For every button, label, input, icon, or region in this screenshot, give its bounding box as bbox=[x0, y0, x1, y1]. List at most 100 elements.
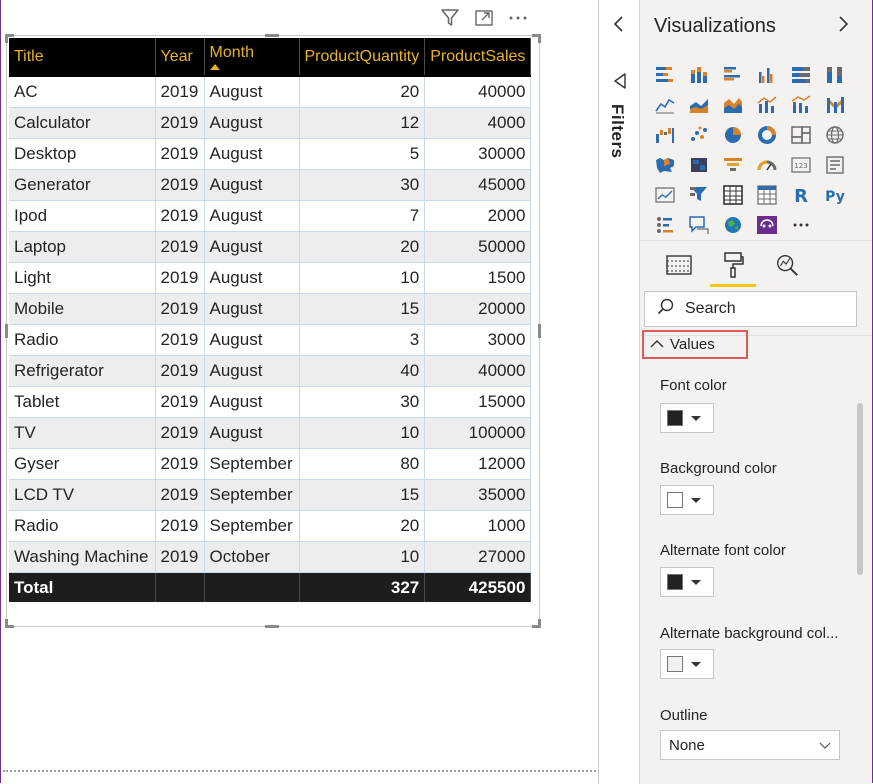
slicer-icon[interactable] bbox=[682, 180, 716, 210]
table-cell: 2019 bbox=[155, 417, 205, 449]
waterfall-chart-icon[interactable] bbox=[648, 120, 682, 150]
values-section-header[interactable]: Values bbox=[642, 330, 748, 359]
filters-label[interactable]: Filters bbox=[607, 104, 627, 159]
table-cell: 2019 bbox=[155, 169, 205, 201]
font-color-picker[interactable] bbox=[660, 403, 714, 433]
table-row[interactable]: Mobile 2019 August 15 20000 bbox=[9, 293, 532, 325]
table-row[interactable]: Laptop 2019 August 20 50000 bbox=[9, 231, 532, 263]
table-cell: 2019 bbox=[155, 293, 205, 325]
ribbon-chart-icon[interactable] bbox=[818, 90, 852, 120]
filters-pane[interactable]: Filters bbox=[598, 0, 640, 784]
table-row[interactable]: Refrigerator 2019 August 40 40000 bbox=[9, 355, 532, 387]
table-row[interactable]: Generator 2019 August 30 45000 bbox=[9, 169, 532, 201]
chevron-up-icon bbox=[650, 336, 664, 353]
key-influencers-icon[interactable] bbox=[648, 210, 682, 240]
clustered-bar-chart-icon[interactable] bbox=[716, 60, 750, 90]
table-cell: AC bbox=[9, 76, 156, 108]
table-icon[interactable] bbox=[716, 180, 750, 210]
format-tab[interactable] bbox=[710, 248, 756, 287]
analytics-tab[interactable] bbox=[770, 248, 804, 282]
table-cell: September bbox=[204, 479, 300, 511]
donut-chart-icon[interactable] bbox=[750, 120, 784, 150]
clustered-column-chart-icon[interactable] bbox=[750, 60, 784, 90]
table-row[interactable]: Calculator 2019 August 12 4000 bbox=[9, 107, 532, 139]
line-stacked-column-icon[interactable] bbox=[784, 90, 818, 120]
alternate-font-color-picker[interactable] bbox=[660, 567, 714, 597]
scrollbar[interactable] bbox=[857, 403, 863, 575]
table-row[interactable]: Tablet 2019 August 30 15000 bbox=[9, 386, 532, 418]
table-row[interactable]: LCD TV 2019 September 15 35000 bbox=[9, 479, 532, 511]
column-header[interactable]: Title bbox=[9, 38, 156, 77]
stacked-bar-chart-icon[interactable] bbox=[648, 60, 682, 90]
resize-handle[interactable] bbox=[5, 619, 8, 628]
funnel-icon[interactable] bbox=[716, 150, 750, 180]
shape-map-icon[interactable] bbox=[682, 150, 716, 180]
filter-icon[interactable] bbox=[439, 7, 461, 29]
table-cell: 10 bbox=[299, 541, 426, 573]
treemap-icon[interactable] bbox=[784, 120, 818, 150]
resize-handle[interactable] bbox=[265, 625, 279, 628]
area-chart-icon[interactable] bbox=[682, 90, 716, 120]
table-cell: Washing Machine bbox=[9, 541, 156, 573]
line-chart-icon[interactable] bbox=[648, 90, 682, 120]
table-row[interactable]: Light 2019 August 10 1500 bbox=[9, 262, 532, 294]
background-color-picker[interactable] bbox=[660, 485, 714, 515]
r-visual-icon[interactable]: R bbox=[784, 180, 818, 210]
kpi-icon[interactable] bbox=[648, 180, 682, 210]
custom-visual-icon[interactable] bbox=[750, 210, 784, 240]
scatter-chart-icon[interactable] bbox=[682, 120, 716, 150]
table-row[interactable]: TV 2019 August 10 100000 bbox=[9, 417, 532, 449]
chevron-right-icon[interactable] bbox=[836, 14, 850, 40]
resize-handle[interactable] bbox=[265, 34, 279, 37]
table-row[interactable]: Radio 2019 September 20 1000 bbox=[9, 510, 532, 542]
column-header[interactable]: Month bbox=[204, 38, 300, 77]
resize-handle[interactable] bbox=[5, 34, 8, 43]
outline-dropdown[interactable]: None bbox=[660, 730, 840, 760]
table-visual[interactable]: Title Year Month ProductQuantity ProductSale… bbox=[5, 34, 541, 628]
pane-tabs bbox=[662, 248, 804, 287]
map-icon[interactable] bbox=[818, 120, 852, 150]
visual-type-gallery: 123 R Py bbox=[648, 60, 873, 240]
column-header[interactable]: ProductSales bbox=[424, 38, 532, 77]
filled-map-icon[interactable] bbox=[648, 150, 682, 180]
line-clustered-column-icon[interactable] bbox=[750, 90, 784, 120]
focus-mode-icon[interactable] bbox=[473, 7, 495, 29]
table-row[interactable]: Ipod 2019 August 7 2000 bbox=[9, 200, 532, 232]
100-stacked-bar-chart-icon[interactable] bbox=[784, 60, 818, 90]
chevron-left-icon[interactable] bbox=[612, 14, 626, 40]
column-header[interactable]: Year bbox=[155, 38, 205, 77]
matrix-icon[interactable] bbox=[750, 180, 784, 210]
stacked-area-chart-icon[interactable] bbox=[716, 90, 750, 120]
python-visual-icon[interactable]: Py bbox=[818, 180, 852, 210]
resize-handle[interactable] bbox=[538, 619, 541, 628]
table-row[interactable]: Gyser 2019 September 80 12000 bbox=[9, 448, 532, 480]
multi-row-card-icon[interactable] bbox=[818, 150, 852, 180]
total-cell: 425500 bbox=[424, 572, 532, 602]
stacked-column-chart-icon[interactable] bbox=[682, 60, 716, 90]
table-cell: 15 bbox=[299, 479, 426, 511]
table-row[interactable]: AC 2019 August 20 40000 bbox=[9, 76, 532, 108]
resize-handle[interactable] bbox=[538, 34, 541, 43]
100-stacked-column-chart-icon[interactable] bbox=[818, 60, 852, 90]
alternate-background-color-picker[interactable] bbox=[660, 649, 714, 679]
more-options-icon[interactable] bbox=[507, 7, 529, 29]
table-row[interactable]: Radio 2019 August 3 3000 bbox=[9, 324, 532, 356]
arcgis-map-icon[interactable] bbox=[716, 210, 750, 240]
table-cell: 27000 bbox=[424, 541, 532, 573]
card-icon[interactable]: 123 bbox=[784, 150, 818, 180]
total-row: Total 327 425500 bbox=[9, 572, 532, 602]
gauge-icon[interactable] bbox=[750, 150, 784, 180]
table-row[interactable]: Washing Machine 2019 October 10 27000 bbox=[9, 541, 532, 573]
qa-icon[interactable] bbox=[682, 210, 716, 240]
table-cell: 35000 bbox=[424, 479, 532, 511]
resize-handle[interactable] bbox=[538, 324, 541, 338]
table-row[interactable]: Desktop 2019 August 5 30000 bbox=[9, 138, 532, 170]
pie-chart-icon[interactable] bbox=[716, 120, 750, 150]
more-visuals-icon[interactable] bbox=[784, 210, 818, 240]
visual-header bbox=[439, 7, 529, 29]
resize-handle[interactable] bbox=[5, 324, 8, 338]
table-cell: 2019 bbox=[155, 262, 205, 294]
column-header[interactable]: ProductQuantity bbox=[299, 38, 426, 77]
fields-tab[interactable] bbox=[662, 248, 696, 282]
search-input[interactable]: Search bbox=[644, 291, 857, 327]
